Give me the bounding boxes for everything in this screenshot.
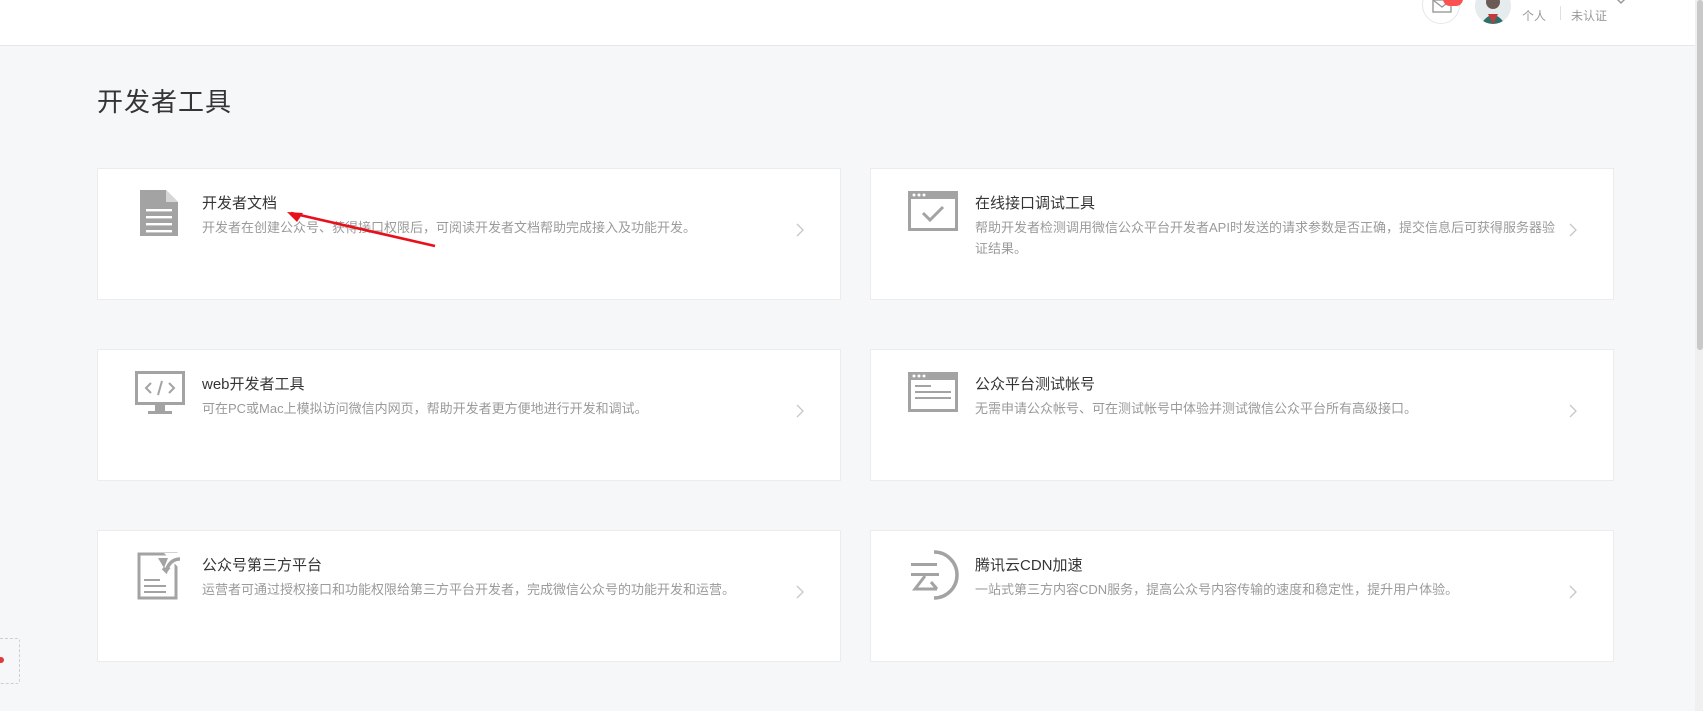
chevron-right-icon [796, 404, 804, 418]
card-description: 可在PC或Mac上模拟访问微信内网页，帮助开发者更方便地进行开发和调试。 [202, 401, 648, 416]
monitor-code-icon [135, 371, 185, 414]
card-description: 运营者可通过授权接口和功能权限给第三方平台开发者，完成微信公众号的功能开发和运营… [202, 582, 736, 597]
chevron-right-icon [796, 585, 804, 599]
browser-check-icon [908, 191, 958, 231]
chevron-right-icon [1569, 223, 1577, 237]
card-description: 一站式第三方内容CDN服务，提高公众号内容传输的速度和稳定性，提升用户体验。 [975, 582, 1459, 597]
card-web-devtools[interactable]: web开发者工具 可在PC或Mac上模拟访问微信内网页，帮助开发者更方便地进行开… [97, 349, 841, 481]
card-title: 开发者文档 [202, 195, 278, 212]
card-test-account[interactable]: 公众平台测试帐号 无需申请公众帐号、可在测试帐号中体验并测试微信公众平台所有高级… [870, 349, 1614, 481]
cloud-icon [911, 550, 959, 600]
card-third-party-platform[interactable]: 公众号第三方平台 运营者可通过授权接口和功能权限给第三方平台开发者，完成微信公众… [97, 530, 841, 662]
card-online-api-debug[interactable]: 在线接口调试工具 帮助开发者检测调用微信公众平台开发者API时发送的请求参数是否… [870, 168, 1614, 300]
annotation-arrow [287, 211, 436, 248]
card-title: 公众平台测试帐号 [975, 376, 1096, 393]
chevron-right-icon [1569, 585, 1577, 599]
document-share-icon [137, 552, 182, 600]
chevron-right-icon [796, 223, 804, 237]
card-developer-docs[interactable]: 开发者文档 开发者在创建公众号、获得接口权限后，可阅读开发者文档帮助完成接入及功… [97, 168, 841, 300]
card-title: 腾讯云CDN加速 [975, 557, 1083, 574]
card-description: 帮助开发者检测调用微信公众平台开发者API时发送的请求参数是否正确，提交信息后可… [975, 220, 1555, 256]
card-title: 在线接口调试工具 [975, 195, 1096, 212]
divider [1560, 6, 1561, 20]
page-title: 开发者工具 [97, 87, 233, 117]
document-icon [140, 190, 178, 236]
chevron-right-icon [1569, 404, 1577, 418]
card-tencent-cloud-cdn[interactable]: 腾讯云CDN加速 一站式第三方内容CDN服务，提高公众号内容传输的速度和稳定性，… [870, 530, 1614, 662]
browser-window-icon [908, 372, 958, 412]
scrollbar-thumb[interactable] [1697, 0, 1703, 350]
card-description: 无需申请公众帐号、可在测试帐号中体验并测试微信公众平台所有高级接口。 [975, 401, 1418, 416]
chevron-down-icon[interactable] [1615, 0, 1627, 6]
card-title: 公众号第三方平台 [202, 557, 323, 574]
verify-status-label[interactable]: 未认证 [1571, 7, 1607, 24]
account-type-label[interactable]: 个人 [1522, 7, 1546, 24]
card-title: web开发者工具 [202, 376, 305, 393]
